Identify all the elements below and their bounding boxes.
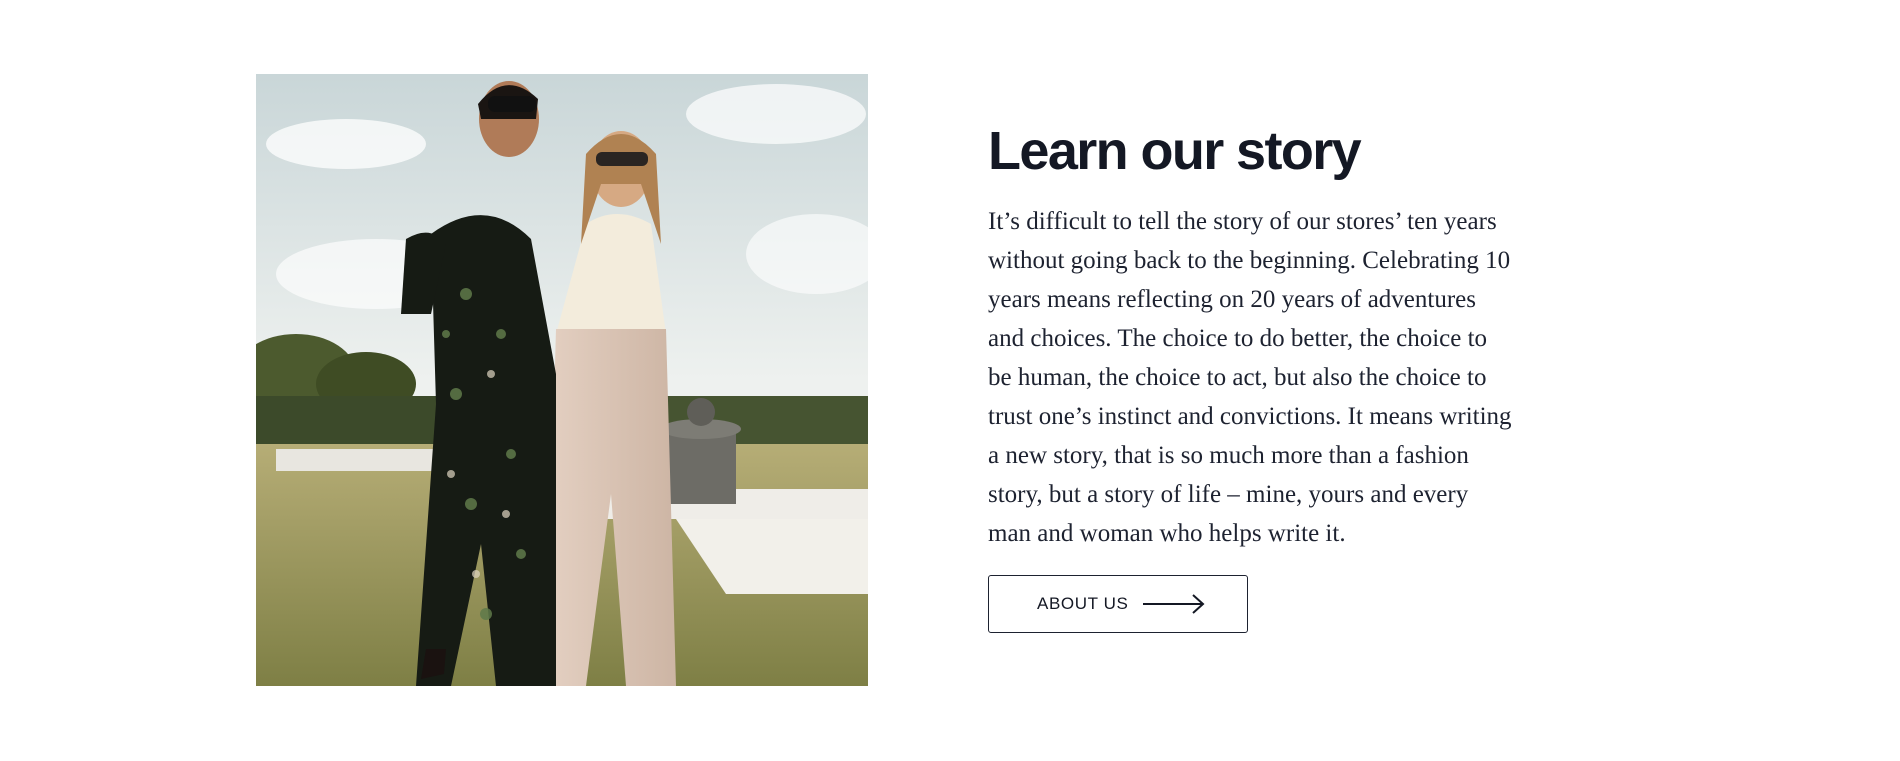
about-story-section: Learn our story It’s difficult to tell t… <box>0 0 1900 761</box>
story-body-text: It’s difficult to tell the story of our … <box>988 208 1512 547</box>
story-heading: Learn our story <box>988 121 1362 181</box>
arrow-right-icon <box>1142 593 1206 615</box>
story-photo <box>256 74 868 686</box>
about-us-button[interactable]: ABOUT US <box>988 575 1248 633</box>
story-content: Learn our story It’s difficult to tell t… <box>988 118 1528 633</box>
about-us-button-label: ABOUT US <box>1037 594 1129 613</box>
